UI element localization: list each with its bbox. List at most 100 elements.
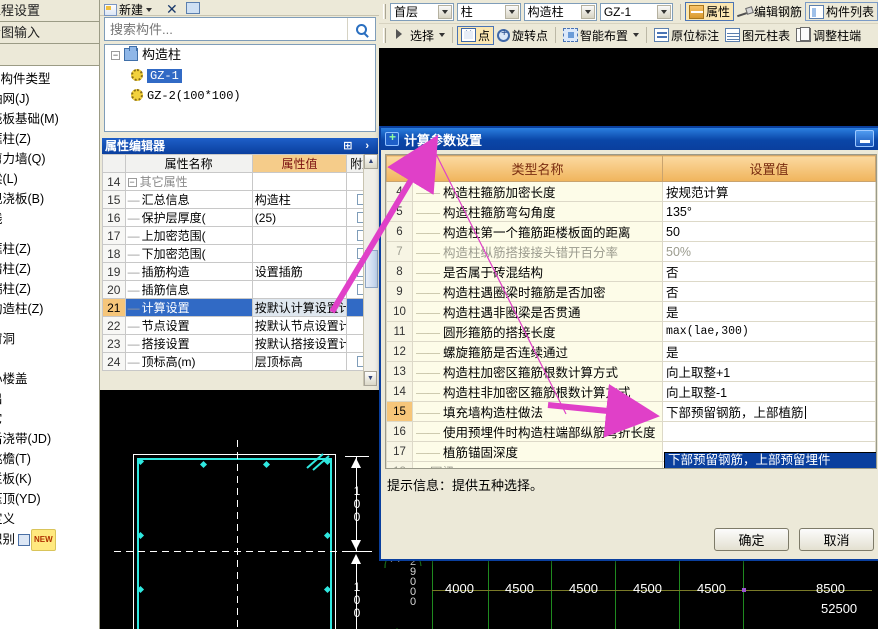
chevron-down-icon[interactable] [439, 33, 446, 37]
sidebar-item-define[interactable]: 定义 [0, 509, 99, 529]
sidebar-item-hidden-column[interactable]: 暗柱(Z) [0, 259, 99, 279]
search-button[interactable] [347, 18, 375, 40]
tree-node-root[interactable]: − 构造柱 [105, 45, 375, 65]
sidebar-item-beam[interactable]: 梁(L) [0, 169, 99, 189]
row-value[interactable]: 按规范计算 [662, 181, 876, 202]
table-row[interactable]: 23 — 搭接设置 按默认搭接设置计 [102, 334, 378, 353]
sidebar-item-protrusion[interactable]: 出 [0, 389, 99, 409]
row-value[interactable]: 层顶标高 [251, 352, 348, 371]
row-value[interactable] [251, 280, 348, 299]
table-row[interactable]: 5 —— 构造柱箍筋弯勾角度 135° [386, 201, 876, 222]
table-row[interactable]: 12 —— 螺旋箍筋是否连续通过 是 [386, 341, 876, 362]
row-value[interactable] [251, 172, 348, 191]
type-select[interactable]: 构造柱 [523, 2, 597, 21]
delete-component-button[interactable]: ✕ [166, 1, 178, 18]
table-row[interactable]: 10 —— 构造柱遇非圈梁是否贯通 是 [386, 301, 876, 322]
row-value[interactable]: 按默认计算设置计 [251, 298, 348, 317]
row-value[interactable] [251, 244, 348, 263]
table-row[interactable]: 8 —— 是否属于砖混结构 否 [386, 261, 876, 282]
in-place-annotation-button[interactable]: 原位标注 [651, 26, 722, 45]
collapse-icon[interactable]: − [127, 178, 137, 187]
table-row[interactable]: 22 — 节点设置 按默认节点设置计 [102, 316, 378, 335]
expand-icon[interactable]: + [416, 468, 426, 469]
sidebar-item-frame-column[interactable]: 框柱(Z) [0, 129, 99, 149]
table-row-selected[interactable]: 21 — 计算设置 按默认计算设置计 [102, 298, 378, 317]
row-value[interactable] [251, 226, 348, 245]
smart-layout-button[interactable]: 智能布置 [560, 26, 642, 45]
row-value[interactable] [662, 421, 876, 442]
table-row[interactable]: 15 — 汇总信息 构造柱 [102, 190, 378, 209]
table-row[interactable]: 17 — 上加密范围( [102, 226, 378, 245]
row-value[interactable]: 135° [662, 201, 876, 222]
sidebar-item-eave[interactable]: 挑檐(T) [0, 449, 99, 469]
row-value[interactable]: 按默认节点设置计 [251, 316, 348, 335]
sidebar-tab-project-settings[interactable]: 工程设置 [0, 0, 99, 22]
row-value[interactable]: 向上取整-1 [662, 381, 876, 402]
edit-rebar-button[interactable]: 编辑钢筋 [734, 2, 805, 21]
value-dropdown-list[interactable]: 下部预留钢筋，上部预留埋件 下部预留钢筋，上部植筋 上下部均预留钢筋 上下部均预… [664, 452, 876, 468]
table-row[interactable]: 14 —— 构造柱非加密区箍筋根数计算方式 向上取整-1 [386, 381, 876, 402]
floor-select[interactable]: 首层 [389, 2, 454, 21]
sidebar-item-end-column[interactable]: 端柱(Z) [0, 279, 99, 299]
table-row[interactable]: 14 − 其它属性 [102, 172, 378, 191]
row-value-editor[interactable]: 下部预留钢筋，上部植筋 [662, 401, 876, 422]
sidebar-item-line[interactable]: 线 [0, 209, 99, 229]
ok-button[interactable]: 确定 [714, 527, 789, 551]
cad-canvas-section[interactable]: 100 100 [100, 390, 379, 629]
row-value[interactable]: (25) [251, 208, 348, 227]
sidebar-item-window-opening[interactable]: 窗洞 [0, 329, 99, 349]
properties-button[interactable]: 属性 [684, 2, 734, 21]
table-row-editing[interactable]: 15 —— 填充墙构造柱做法 下部预留钢筋，上部植筋 [386, 401, 876, 422]
sidebar-tab-drawing-input[interactable]: 绘图输入 [0, 22, 99, 44]
table-row[interactable]: 16 — 保护层厚度( (25) [102, 208, 378, 227]
adjust-column-button[interactable]: 调整柱端 [793, 26, 864, 45]
sidebar-item-frame-column-2[interactable]: 框柱(Z) [0, 239, 99, 259]
component-list-button[interactable]: 构件列表 [804, 2, 878, 21]
rotate-point-button[interactable]: 旋转点 [494, 26, 551, 45]
chevron-down-icon[interactable] [580, 4, 595, 19]
chevron-down-icon[interactable] [437, 4, 452, 19]
minimize-icon[interactable] [855, 130, 874, 147]
scroll-up-icon[interactable]: ▲ [364, 154, 378, 169]
dialog-title-bar[interactable]: 计算参数设置 [381, 128, 878, 150]
sidebar-item-recognize[interactable]: 识别 NEW [0, 529, 99, 551]
select-tool-button[interactable]: 选择 [390, 26, 448, 45]
scroll-down-icon[interactable]: ▼ [364, 371, 377, 386]
sidebar-item-railing[interactable]: 栏板(K) [0, 469, 99, 489]
table-row[interactable]: 16 —— 使用预埋件时构造柱端部纵筋弯折长度 [386, 421, 876, 442]
table-row[interactable]: 13 —— 构造柱加密区箍筋根数计算方式 向上取整+1 [386, 361, 876, 382]
copy-component-button[interactable] [186, 1, 200, 15]
point-tool-button[interactable]: 点 [457, 25, 495, 45]
row-value[interactable]: 50 [662, 221, 876, 242]
row-value[interactable]: 是 [662, 341, 876, 362]
table-row[interactable]: 6 —— 构造柱第一个箍筋距楼板面的距离 50 [386, 221, 876, 242]
sidebar-item-raft-foundation[interactable]: 筏板基础(M) [0, 109, 99, 129]
table-row[interactable]: 9 —— 构造柱遇圈梁时箍筋是否加密 否 [386, 281, 876, 302]
table-row[interactable]: 18 — 下加密范围( [102, 244, 378, 263]
tree-node-gz2[interactable]: GZ-2(100*100) [105, 85, 375, 105]
scrollbar-thumb[interactable] [365, 250, 378, 288]
chevron-down-icon[interactable] [657, 4, 671, 19]
search-component-box[interactable] [104, 17, 376, 41]
tree-node-gz1[interactable]: GZ-1 [105, 65, 375, 85]
sidebar-item-post-cast-strip[interactable]: 后浇带(JD) [0, 429, 99, 449]
sidebar-item-other[interactable]: 它 [0, 409, 99, 429]
row-value[interactable]: 否 [662, 261, 876, 282]
dropdown-option[interactable]: 下部预留钢筋，上部预留埋件 [665, 453, 876, 468]
category-select[interactable]: 柱 [456, 2, 521, 21]
table-row[interactable]: 11 —— 圆形箍筋的搭接长度 max(lae,300) [386, 321, 876, 342]
sidebar-item-structural-column[interactable]: 构造柱(Z) [0, 299, 99, 319]
table-row[interactable]: 24 — 顶标高(m) 层顶标高 [102, 352, 378, 371]
element-table-button[interactable]: 图元柱表 [722, 26, 793, 45]
toolbar-grip[interactable] [383, 4, 386, 19]
row-value[interactable]: 向上取整+1 [662, 361, 876, 382]
sidebar-item-shear-wall[interactable]: 剪力墙(Q) [0, 149, 99, 169]
component-tree[interactable]: − 构造柱 GZ-1 GZ-2(100*100) [104, 44, 376, 132]
row-value[interactable]: 设置插筋 [251, 262, 348, 281]
property-editor-controls[interactable]: ⊞ › [343, 138, 374, 154]
row-value[interactable]: max(lae,300) [662, 321, 876, 342]
chevron-down-icon[interactable] [633, 33, 640, 37]
property-scrollbar[interactable]: ▲ ▼ [363, 154, 378, 386]
new-component-button[interactable]: 新建 [104, 1, 153, 18]
chevron-down-icon[interactable] [504, 4, 519, 19]
